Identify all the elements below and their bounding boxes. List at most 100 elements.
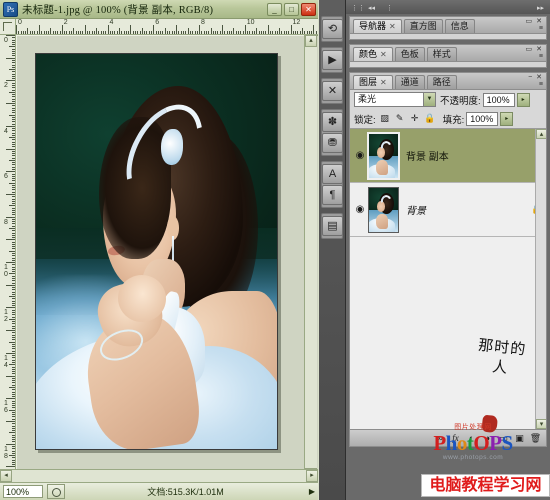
status-menu-arrow-icon[interactable]: ▶ — [306, 487, 318, 496]
document-window: Ps 未标题-1.jpg @ 100% (背景 副本, RGB/8) _ □ ✕… — [0, 0, 318, 500]
close-icon[interactable]: ✕ — [536, 46, 543, 53]
history-icon[interactable]: ⟲ — [322, 19, 343, 39]
color-panel-menu-icon[interactable]: ≡ — [539, 53, 543, 60]
dock-collapse-right-icon[interactable]: ▸▸ — [537, 4, 544, 12]
dock-group-4: ✽ ⛃ — [321, 109, 343, 156]
horizontal-ruler[interactable]: 0 2 4 6 8 10 12 — [16, 19, 318, 35]
dock-group-6: ▤ — [321, 213, 343, 239]
tab-navigator[interactable]: 导航器 ✕ — [353, 19, 402, 33]
photops-letter-o2: O — [473, 431, 490, 455]
photops-letter-s: S — [501, 431, 514, 455]
actions-icon[interactable]: ▶ — [322, 50, 343, 70]
layer-name[interactable]: 背景 — [399, 202, 528, 217]
document-title-bar[interactable]: Ps 未标题-1.jpg @ 100% (背景 副本, RGB/8) _ □ ✕ — [0, 0, 318, 19]
layer-list-scrollbar[interactable]: ▴ ▾ — [535, 129, 546, 429]
opacity-stepper[interactable]: ▸ — [516, 92, 530, 107]
layers-panel-menu-icon[interactable]: ≡ — [539, 81, 543, 88]
tab-swatches[interactable]: 色板 — [394, 47, 425, 61]
dock-group-3: ✕ — [321, 78, 343, 104]
tab-close-icon[interactable]: ✕ — [389, 22, 396, 31]
table-row[interactable]: ◉ 背景 副本 — [350, 129, 546, 183]
chevron-down-icon[interactable]: ▼ — [423, 93, 435, 106]
tab-styles[interactable]: 样式 — [426, 47, 457, 61]
fill-label: 填充: — [442, 114, 465, 126]
navigator-panel-menu-icon[interactable]: ≡ — [539, 25, 543, 32]
collapse-icon[interactable]: ▭ — [526, 18, 534, 25]
calligraphy-text: 那时的人 — [477, 337, 527, 377]
table-row[interactable]: ◉ 背景 🔒 — [350, 183, 546, 237]
tab-color[interactable]: 颜色 ✕ — [353, 47, 393, 61]
tab-paths[interactable]: 路径 — [426, 75, 457, 89]
canvas-area[interactable] — [17, 36, 318, 480]
fill-stepper[interactable]: ▸ — [500, 111, 514, 126]
navigator-panel-window-controls[interactable]: ▭ ✕ — [526, 18, 543, 25]
layer-thumbnail[interactable] — [368, 186, 399, 233]
paragraph-icon[interactable]: ¶ — [322, 185, 343, 205]
zoom-level-field[interactable]: 100% — [3, 485, 43, 498]
close-icon[interactable]: ✕ — [536, 18, 543, 25]
collapse-icon[interactable]: − — [528, 74, 533, 81]
ruler-origin-corner[interactable] — [0, 19, 16, 35]
tab-close-icon[interactable]: ✕ — [380, 50, 387, 59]
color-panel-tabs: 颜色 ✕ 色板 样式 ▭ ✕ ≡ — [350, 45, 546, 62]
brushes-icon[interactable]: ✽ — [322, 112, 343, 132]
scroll-up-arrow[interactable]: ▴ — [305, 35, 317, 47]
dock-group-1: ⟲ — [321, 16, 343, 42]
tab-info[interactable]: 信息 — [444, 19, 475, 33]
opacity-input[interactable]: 100% — [482, 92, 515, 107]
collapse-icon[interactable]: ▭ — [526, 46, 534, 53]
photops-wordmark: PhotOPS — [419, 432, 527, 454]
tab-histogram[interactable]: 直方图 — [403, 19, 443, 33]
navigator-panel: 导航器 ✕ 直方图 信息 ▭ ✕ ≡ — [349, 16, 547, 40]
layers-panel-tabs: 图层 ✕ 通道 路径 − ✕ ≡ — [350, 73, 546, 90]
layer-scroll-up-arrow[interactable]: ▴ — [536, 129, 546, 139]
lock-image-icon[interactable]: ✎ — [394, 113, 406, 125]
photoshop-icon: Ps — [3, 1, 18, 17]
document-vertical-scrollbar[interactable]: ▴▾ — [304, 35, 317, 480]
color-panel-window-controls[interactable]: ▭ ✕ — [526, 46, 543, 53]
dock-group-5: A ¶ — [321, 161, 343, 208]
lock-position-icon[interactable]: ✛ — [409, 113, 421, 125]
document-horizontal-scrollbar[interactable]: ◂ ▸ — [0, 469, 318, 482]
document-image[interactable] — [35, 53, 278, 450]
scroll-left-arrow[interactable]: ◂ — [0, 470, 12, 482]
lock-row: 锁定: ▨ ✎ ✛ 🔒 填充: 100% ▸ — [350, 109, 546, 128]
opacity-label: 不透明度: — [440, 95, 481, 107]
lock-transparency-icon[interactable]: ▨ — [379, 113, 391, 125]
lock-all-icon[interactable]: 🔒 — [424, 113, 436, 125]
tool-presets-icon[interactable]: ✕ — [322, 81, 343, 101]
photops-url: www.photops.com — [442, 454, 504, 461]
dock-grip-left-icon: ⋮⋮ — [351, 5, 365, 12]
layer-name[interactable]: 背景 副本 — [399, 148, 528, 163]
close-button[interactable]: ✕ — [301, 2, 316, 16]
proxy-preview-icon[interactable] — [47, 484, 65, 499]
layer-scroll-down-arrow[interactable]: ▾ — [536, 419, 546, 429]
document-size-info: 文档:515.3K/1.01M — [147, 487, 224, 497]
lock-label: 锁定: — [354, 114, 376, 126]
dock-grip-bar[interactable]: ⋮⋮ ◂◂ ⋮ ▸▸ — [346, 0, 550, 14]
layer-visibility-eye-icon[interactable]: ◉ — [352, 204, 368, 215]
character-icon[interactable]: A — [322, 164, 343, 184]
photo-headband-bow — [161, 129, 183, 165]
photops-letter-p2: P — [489, 431, 502, 455]
photops-letter-o: o — [456, 431, 468, 455]
layer-comps-icon[interactable]: ▤ — [322, 216, 343, 236]
tab-channels[interactable]: 通道 — [394, 75, 425, 89]
delete-layer-button[interactable]: 🗑 — [528, 431, 543, 445]
scroll-right-arrow[interactable]: ▸ — [306, 470, 318, 482]
fill-input[interactable]: 100% — [466, 111, 499, 126]
site-banner-text: 电脑教程学习网 — [429, 476, 542, 494]
layer-thumbnail[interactable] — [367, 131, 400, 180]
dock-collapse-left-icon[interactable]: ◂◂ — [368, 4, 375, 12]
close-icon[interactable]: ✕ — [536, 74, 543, 81]
maximize-button[interactable]: □ — [284, 2, 299, 16]
clone-source-icon[interactable]: ⛃ — [322, 133, 343, 153]
minimize-button[interactable]: _ — [267, 2, 282, 16]
tab-layers[interactable]: 图层 ✕ — [353, 75, 393, 89]
vertical-ruler[interactable]: 024681012141618 — [0, 35, 16, 480]
blend-mode-select[interactable]: 柔光 ▼ — [354, 92, 436, 107]
layers-panel-window-controls[interactable]: − ✕ — [528, 74, 543, 81]
collapsed-panel-dock[interactable]: ⟲ ▶ ✕ ✽ ⛃ A ¶ ▤ — [319, 0, 346, 500]
layer-visibility-eye-icon[interactable]: ◉ — [352, 150, 368, 161]
tab-close-icon[interactable]: ✕ — [380, 78, 387, 87]
